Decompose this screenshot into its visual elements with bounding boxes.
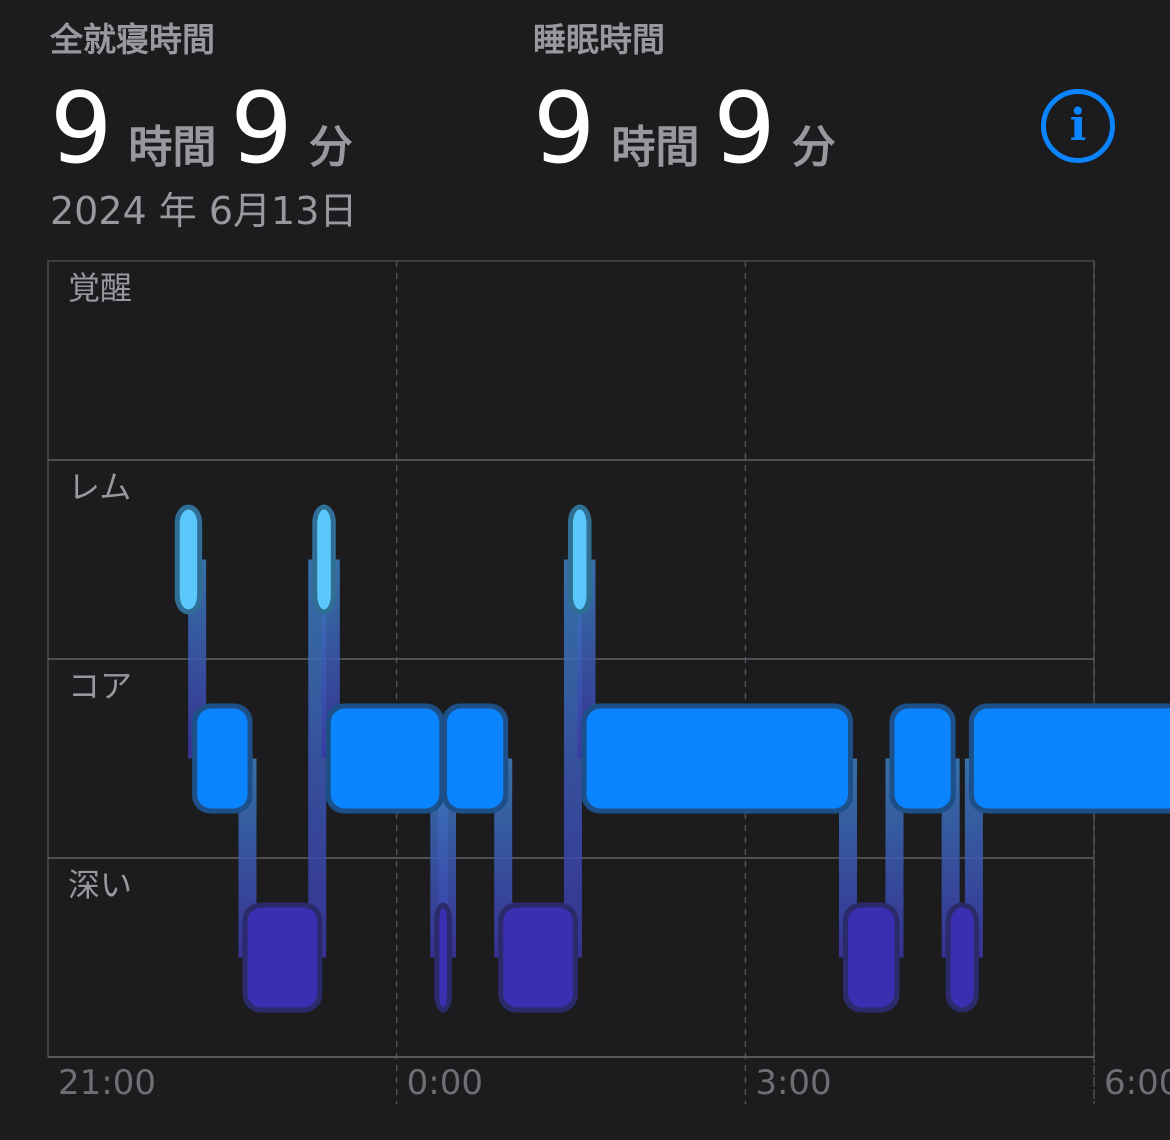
- stage-label: 覚醒: [68, 269, 132, 307]
- sleep-segment-コア: [447, 708, 504, 809]
- sleep-segment-深い: [439, 907, 448, 1008]
- sleep-segment-コア: [586, 708, 848, 809]
- sleep-segment-深い: [503, 907, 573, 1008]
- stage-label: コア: [68, 667, 132, 705]
- sleep-segment-深い: [950, 907, 974, 1008]
- sleep-segment-レム: [179, 509, 198, 610]
- x-tick-label: 6:00: [1104, 1063, 1170, 1103]
- sleep-segment-深い: [847, 907, 895, 1008]
- stage-label: レム: [68, 468, 131, 506]
- x-tick-label: 21:00: [58, 1063, 156, 1103]
- sleep-segment-レム: [317, 509, 331, 610]
- sleep-segment-コア: [330, 708, 440, 809]
- sleep-segment-深い: [247, 907, 318, 1008]
- sleep-segment-レム: [572, 509, 587, 610]
- sleep-segment-コア: [973, 708, 1170, 809]
- sleep-segment-コア: [197, 708, 248, 809]
- x-tick-label: 0:00: [407, 1063, 483, 1103]
- sleep-stages-chart: 21:00 0:00 3:00 6:00 覚醒レムコア深い: [47, 260, 1170, 1104]
- stage-label: 深い: [68, 866, 132, 904]
- x-tick-label: 3:00: [755, 1063, 831, 1103]
- sleep-segment-コア: [894, 708, 951, 809]
